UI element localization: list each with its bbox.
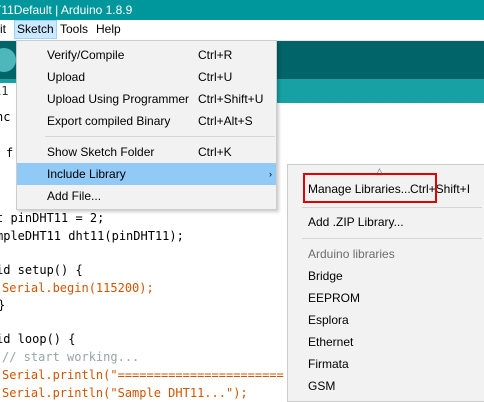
code-comment: // start working... bbox=[2, 350, 140, 364]
submenu-item-label: Esplora bbox=[308, 313, 349, 327]
menu-item-shortcut: Ctrl+R bbox=[198, 48, 233, 62]
menu-item-include-library[interactable]: Include Library › bbox=[17, 163, 276, 185]
code-line: } bbox=[0, 296, 5, 314]
submenu-item-esplora[interactable]: Esplora bbox=[288, 309, 484, 331]
menu-separator bbox=[302, 238, 482, 239]
submenu-item-label: Add .ZIP Library... bbox=[308, 215, 404, 229]
submenu-item-label: Firmata bbox=[308, 357, 349, 371]
submenu-item-eeprom[interactable]: EEPROM bbox=[288, 287, 484, 309]
menu-item-upload[interactable]: Upload Ctrl+U bbox=[17, 66, 276, 88]
submenu-item-ethernet[interactable]: Ethernet bbox=[288, 331, 484, 353]
menu-separator bbox=[45, 136, 275, 137]
menu-bar: it Sketch Tools Help bbox=[0, 20, 484, 41]
submenu-item-bridge[interactable]: Bridge bbox=[288, 265, 484, 287]
tab-label: 11 bbox=[0, 84, 9, 98]
submenu-item-label: Arduino libraries bbox=[308, 247, 395, 261]
menu-item-show-sketch-folder[interactable]: Show Sketch Folder Ctrl+K bbox=[17, 141, 276, 163]
submenu-item-label: Bridge bbox=[308, 269, 343, 283]
submenu-item-add-zip-library[interactable]: Add .ZIP Library... bbox=[288, 211, 484, 233]
code-line: Serial.println("Sample DHT11..."); bbox=[2, 386, 248, 400]
code-line: Serial.begin(115200); bbox=[2, 281, 154, 295]
menu-edit[interactable]: it bbox=[0, 21, 8, 38]
code-line: t pinDHT11 = 2; bbox=[0, 211, 105, 225]
submenu-item-firmata[interactable]: Firmata bbox=[288, 353, 484, 375]
menu-item-upload-using-programmer[interactable]: Upload Using Programmer Ctrl+Shift+U bbox=[17, 88, 276, 110]
submenu-item-label: EEPROM bbox=[308, 291, 361, 305]
menu-separator bbox=[302, 207, 482, 208]
menu-item-export-binary[interactable]: Export compiled Binary Ctrl+Alt+S bbox=[17, 110, 276, 132]
menu-item-verify-compile[interactable]: Verify/Compile Ctrl+R bbox=[17, 44, 276, 66]
code-line: mpleDHT11 dht11(pinDHT11); bbox=[0, 229, 184, 243]
menu-item-label: Upload bbox=[47, 70, 86, 84]
menu-item-shortcut: Ctrl+Shift+U bbox=[198, 92, 264, 106]
code-line: nc bbox=[0, 110, 11, 124]
title-bar: T11Default | Arduino 1.8.9 bbox=[0, 0, 484, 20]
code-line: Serial.println("======================= bbox=[2, 368, 284, 382]
menu-item-add-file[interactable]: Add File... bbox=[17, 185, 276, 207]
submenu-arrow-icon: › bbox=[269, 169, 272, 179]
menu-item-label: Verify/Compile bbox=[47, 48, 125, 62]
code-line: id loop() { bbox=[0, 332, 76, 346]
menu-item-shortcut: Ctrl+Alt+S bbox=[198, 114, 253, 128]
menu-help[interactable]: Help bbox=[94, 21, 123, 38]
menu-item-label: Include Library bbox=[47, 167, 126, 181]
window-title: T11Default | Arduino 1.8.9 bbox=[0, 3, 133, 17]
menu-item-label: Export compiled Binary bbox=[47, 114, 171, 128]
menu-item-label: Add File... bbox=[47, 189, 102, 203]
menu-item-label: Upload Using Programmer bbox=[47, 92, 190, 106]
menu-item-label: Show Sketch Folder bbox=[47, 145, 155, 159]
submenu-item-label: GSM bbox=[308, 379, 336, 393]
menu-tools[interactable]: Tools bbox=[58, 21, 90, 38]
code-line: id setup() { bbox=[0, 263, 83, 277]
menu-sketch[interactable]: Sketch bbox=[14, 20, 57, 39]
menu-item-shortcut: Ctrl+K bbox=[198, 145, 232, 159]
annotation-highlight-box bbox=[303, 173, 437, 203]
menu-item-shortcut: Ctrl+U bbox=[198, 70, 233, 84]
submenu-item-gsm[interactable]: GSM bbox=[288, 375, 484, 397]
sketch-menu: Verify/Compile Ctrl+R Upload Ctrl+U Uplo… bbox=[16, 40, 277, 210]
code-line: f bbox=[6, 146, 14, 160]
submenu-header-arduino-libraries: Arduino libraries bbox=[288, 243, 484, 265]
submenu-item-label: Ethernet bbox=[308, 335, 354, 349]
verify-button[interactable] bbox=[0, 48, 16, 72]
